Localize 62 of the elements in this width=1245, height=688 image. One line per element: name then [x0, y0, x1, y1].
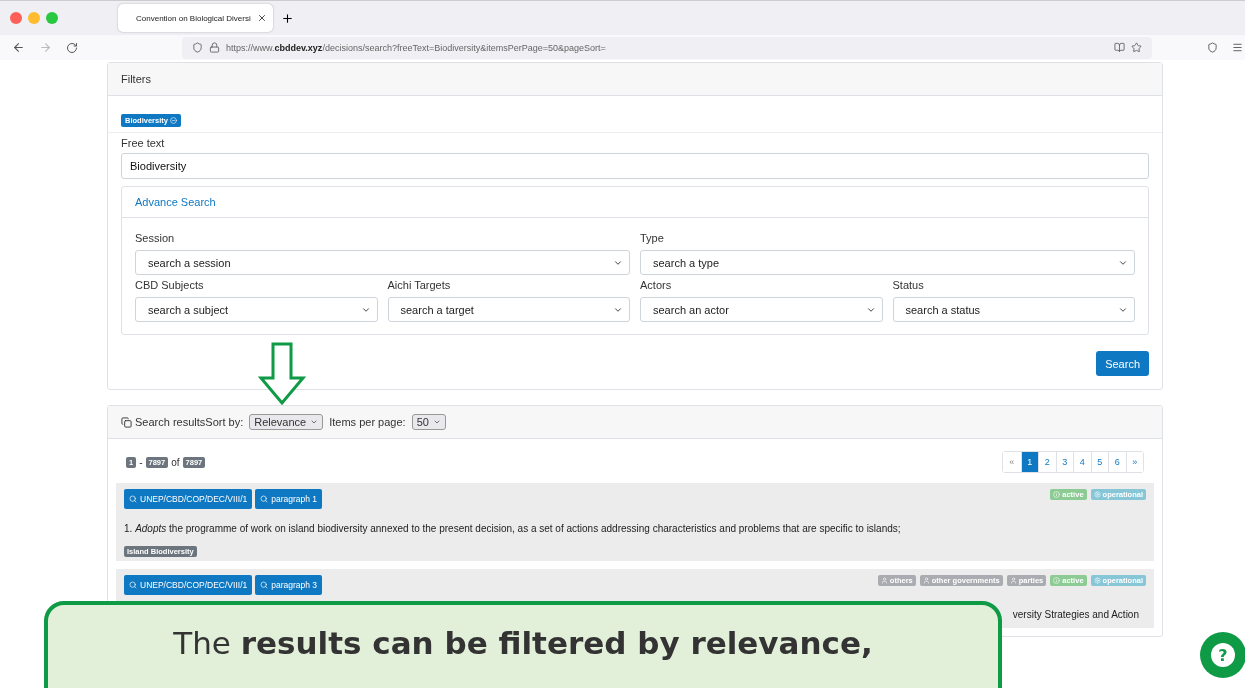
- search-button[interactable]: Search: [1096, 351, 1149, 376]
- field-label: Status: [892, 279, 925, 291]
- paragraph-button[interactable]: paragraph 3: [255, 575, 323, 595]
- remove-icon[interactable]: [169, 117, 177, 124]
- search-icon: [260, 581, 269, 589]
- chevron-icon: [310, 418, 319, 426]
- card-title: Filters: [121, 73, 151, 85]
- badge-icon: [1093, 491, 1101, 498]
- question-icon: ?: [1210, 642, 1236, 668]
- url-text: https://www.cbddev.xyz/decisions/search?freeText=Biodiversity&itemsPerPage=50&pageSort=: [226, 42, 607, 53]
- chevron-icon: [432, 418, 441, 426]
- close-icon[interactable]: [256, 13, 267, 23]
- badge-icon: [1009, 577, 1017, 584]
- lock-icon: [209, 42, 220, 53]
- search-icon: [260, 495, 269, 503]
- field-label: Session: [135, 232, 176, 244]
- badge-icon: [1093, 577, 1101, 584]
- dropdown[interactable]: search a session: [135, 250, 630, 275]
- dropdown[interactable]: search an actor: [640, 297, 883, 322]
- dropdown[interactable]: search a subject: [135, 297, 378, 322]
- close-dot[interactable]: [10, 12, 22, 24]
- dropdown[interactable]: search a status: [892, 297, 1135, 322]
- dropdown[interactable]: search a target: [387, 297, 630, 322]
- reload-icon[interactable]: [66, 41, 78, 54]
- search-icon: [129, 495, 137, 503]
- dash-text: -: [139, 456, 143, 468]
- paragraph-button[interactable]: paragraph 1: [255, 489, 323, 509]
- field-label: Type: [640, 232, 665, 244]
- dropdown[interactable]: search a type: [640, 250, 1135, 275]
- field-label: Actors: [640, 279, 673, 291]
- address-bar[interactable]: https://www.cbddev.xyz/decisions/search?freeText=Biodiversity&itemsPerPage=50&pageSort=: [182, 36, 1152, 59]
- copy-icon: [121, 416, 132, 428]
- callout-text: The results can be filtered by relevance,: [173, 625, 873, 661]
- paragraph-text: 1. Adopts the programme of work on island biodiversity annexed to the present decision, as a set of actions addressing characteristics and problems that are specific to islands;: [124, 523, 902, 534]
- minimize-dot[interactable]: [28, 12, 40, 24]
- badge-icon: [1053, 491, 1061, 498]
- menu-icon[interactable]: [1232, 42, 1243, 53]
- badge-icon: [922, 577, 930, 584]
- field-label: Free text: [121, 137, 166, 149]
- new-tab-icon[interactable]: [280, 11, 294, 25]
- shield-icon: [192, 42, 203, 53]
- maximize-dot[interactable]: [46, 12, 58, 24]
- advanced-search-link[interactable]: Advance Search: [135, 196, 216, 208]
- help-button[interactable]: ?: [1200, 632, 1245, 678]
- sort-dropdown[interactable]: Relevance: [249, 414, 324, 430]
- badge-icon: [880, 577, 888, 584]
- free-text-field[interactable]: Biodiversity: [121, 153, 1149, 179]
- search-icon: [129, 581, 137, 589]
- per-page-label: Items per page:: [329, 416, 406, 428]
- badge-icon: [1053, 577, 1061, 584]
- field-label: CBD Subjects: [135, 279, 205, 291]
- decision-button[interactable]: UNEP/CBD/COP/DEC/VIII/1: [124, 489, 253, 509]
- back-icon[interactable]: [12, 41, 25, 54]
- results-title: Search resultsSort by:: [135, 416, 244, 428]
- star-icon[interactable]: [1131, 42, 1142, 53]
- of-text: of: [171, 456, 180, 468]
- browser-tab[interactable]: Convention on Biological Diversi: [118, 4, 273, 32]
- paragraph-text: versity Strategies and Action: [1011, 609, 1140, 620]
- decision-button[interactable]: UNEP/CBD/COP/DEC/VIII/1: [124, 575, 253, 595]
- field-label: Aichi Targets: [387, 279, 452, 291]
- reader-icon[interactable]: [1114, 42, 1125, 53]
- per-page-dropdown[interactable]: 50: [411, 414, 446, 430]
